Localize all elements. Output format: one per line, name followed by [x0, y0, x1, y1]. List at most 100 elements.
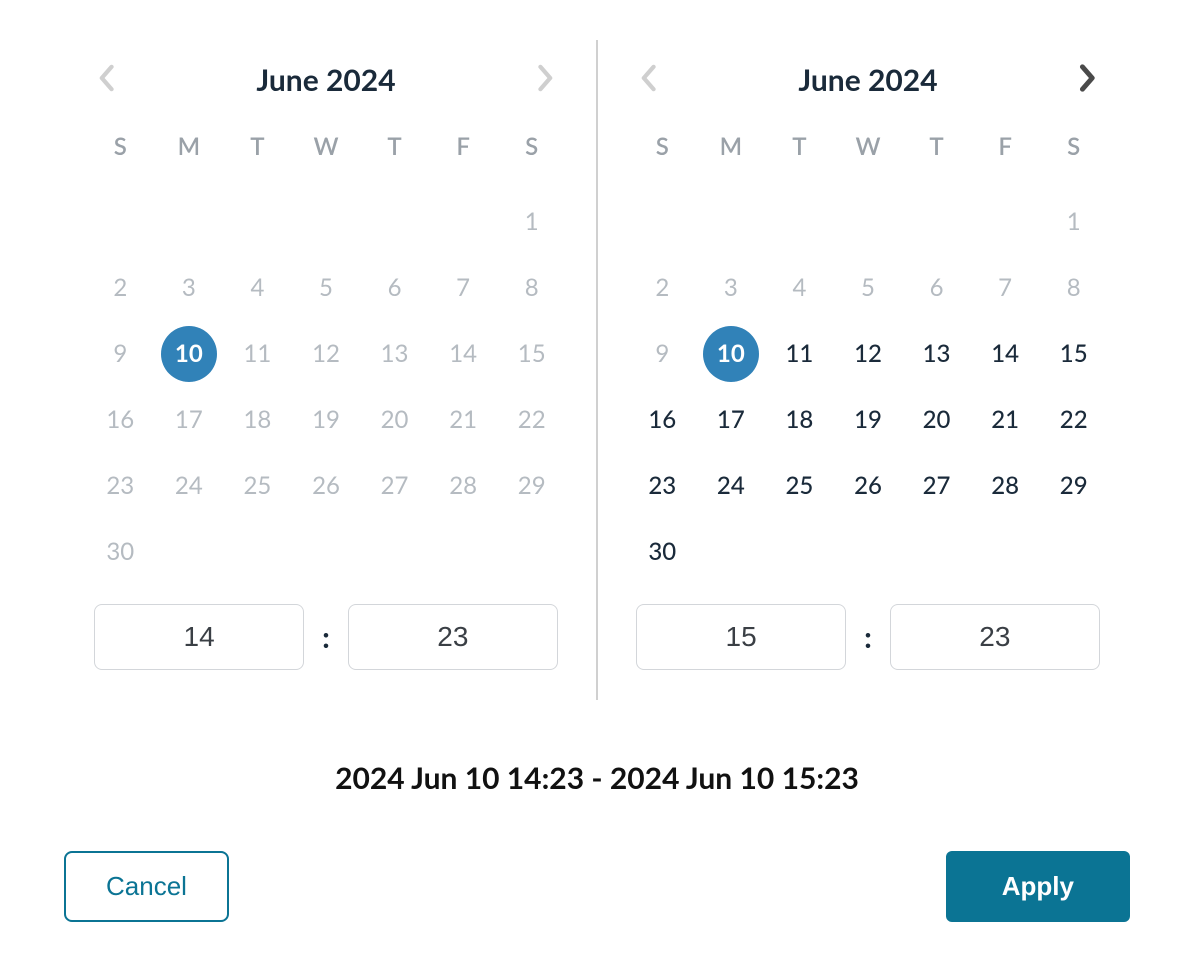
day-cell[interactable]: 30: [86, 530, 155, 574]
day-cell[interactable]: 22: [1039, 398, 1108, 442]
day-cell[interactable]: 23: [628, 464, 697, 508]
day-cell[interactable]: 18: [765, 398, 834, 442]
day-cell[interactable]: 15: [497, 332, 566, 376]
apply-button[interactable]: Apply: [946, 851, 1130, 922]
day-cell[interactable]: 28: [429, 464, 498, 508]
prev-month-button-left[interactable]: [86, 60, 126, 100]
day-cell[interactable]: 4: [765, 266, 834, 310]
day-cell[interactable]: 24: [697, 464, 766, 508]
day-cell[interactable]: 27: [360, 464, 429, 508]
day-cell[interactable]: 11: [223, 332, 292, 376]
empty-day-cell: [971, 200, 1040, 244]
day-cell[interactable]: 3: [697, 266, 766, 310]
day-cell[interactable]: 7: [429, 266, 498, 310]
day-cell[interactable]: 13: [902, 332, 971, 376]
chevron-left-icon: [639, 64, 657, 96]
weekday-header: W: [834, 132, 903, 172]
weekday-header: M: [697, 132, 766, 172]
day-cell[interactable]: 17: [155, 398, 224, 442]
day-cell[interactable]: 15: [1039, 332, 1108, 376]
weekday-header: T: [902, 132, 971, 172]
day-cell[interactable]: 8: [497, 266, 566, 310]
day-cell[interactable]: 1: [1039, 200, 1108, 244]
day-cell[interactable]: 3: [155, 266, 224, 310]
day-cell[interactable]: 19: [834, 398, 903, 442]
weekday-header: T: [765, 132, 834, 172]
day-cell[interactable]: 5: [834, 266, 903, 310]
start-minute-input[interactable]: [348, 604, 558, 670]
day-cell[interactable]: 21: [971, 398, 1040, 442]
weekday-header: W: [292, 132, 361, 172]
day-cell[interactable]: 14: [971, 332, 1040, 376]
weekday-header: S: [86, 132, 155, 172]
day-cell[interactable]: 18: [223, 398, 292, 442]
cancel-button[interactable]: Cancel: [64, 851, 229, 922]
month-title-right: June 2024: [798, 62, 937, 98]
day-cell[interactable]: 17: [697, 398, 766, 442]
day-cell[interactable]: 16: [628, 398, 697, 442]
day-cell[interactable]: 2: [628, 266, 697, 310]
day-cell[interactable]: 9: [86, 332, 155, 376]
day-cell[interactable]: 20: [902, 398, 971, 442]
day-cell[interactable]: 7: [971, 266, 1040, 310]
day-cell[interactable]: 26: [834, 464, 903, 508]
day-cell[interactable]: 12: [292, 332, 361, 376]
prev-month-button-right[interactable]: [628, 60, 668, 100]
empty-day-cell: [86, 200, 155, 244]
day-cell[interactable]: 30: [628, 530, 697, 574]
day-cell[interactable]: 23: [86, 464, 155, 508]
day-cell[interactable]: 22: [497, 398, 566, 442]
day-cell[interactable]: 6: [902, 266, 971, 310]
day-cell[interactable]: 11: [765, 332, 834, 376]
empty-day-cell: [155, 200, 224, 244]
day-cell[interactable]: 20: [360, 398, 429, 442]
empty-day-cell: [223, 200, 292, 244]
day-cell[interactable]: 8: [1039, 266, 1108, 310]
end-minute-input[interactable]: [890, 604, 1100, 670]
end-calendar: June 2024 SMTWTFS 1234567891011121314151…: [608, 40, 1128, 700]
day-cell[interactable]: 29: [497, 464, 566, 508]
day-cell[interactable]: 24: [155, 464, 224, 508]
start-calendar: June 2024 SMTWTFS 1234567891011121314151…: [66, 40, 586, 700]
day-cell[interactable]: 10: [697, 332, 766, 376]
empty-day-cell: [834, 200, 903, 244]
day-cell[interactable]: 25: [765, 464, 834, 508]
day-cell[interactable]: 14: [429, 332, 498, 376]
day-cell[interactable]: 26: [292, 464, 361, 508]
next-month-button-left[interactable]: [526, 60, 566, 100]
day-cell[interactable]: 5: [292, 266, 361, 310]
weekday-header: S: [497, 132, 566, 172]
day-cell[interactable]: 4: [223, 266, 292, 310]
weekday-header: F: [971, 132, 1040, 172]
day-cell[interactable]: 13: [360, 332, 429, 376]
weekday-header: S: [1039, 132, 1108, 172]
day-cell[interactable]: 29: [1039, 464, 1108, 508]
day-cell[interactable]: 16: [86, 398, 155, 442]
day-cell[interactable]: 10: [155, 332, 224, 376]
day-cell[interactable]: 28: [971, 464, 1040, 508]
empty-day-cell: [697, 200, 766, 244]
day-cell[interactable]: 12: [834, 332, 903, 376]
day-cell[interactable]: 6: [360, 266, 429, 310]
time-separator: :: [322, 619, 330, 655]
weekday-header: T: [223, 132, 292, 172]
range-summary: 2024 Jun 10 14:23 - 2024 Jun 10 15:23: [60, 760, 1134, 796]
empty-day-cell: [360, 200, 429, 244]
chevron-right-icon: [537, 64, 555, 96]
day-cell[interactable]: 9: [628, 332, 697, 376]
day-cell[interactable]: 27: [902, 464, 971, 508]
weekday-header: M: [155, 132, 224, 172]
day-cell[interactable]: 19: [292, 398, 361, 442]
calendar-divider: [596, 40, 598, 700]
day-cell[interactable]: 2: [86, 266, 155, 310]
next-month-button-right[interactable]: [1068, 60, 1108, 100]
weekday-header: T: [360, 132, 429, 172]
empty-day-cell: [292, 200, 361, 244]
day-cell[interactable]: 25: [223, 464, 292, 508]
end-hour-input[interactable]: [636, 604, 846, 670]
day-cell[interactable]: 1: [497, 200, 566, 244]
time-separator: :: [864, 619, 872, 655]
start-hour-input[interactable]: [94, 604, 304, 670]
empty-day-cell: [765, 200, 834, 244]
day-cell[interactable]: 21: [429, 398, 498, 442]
